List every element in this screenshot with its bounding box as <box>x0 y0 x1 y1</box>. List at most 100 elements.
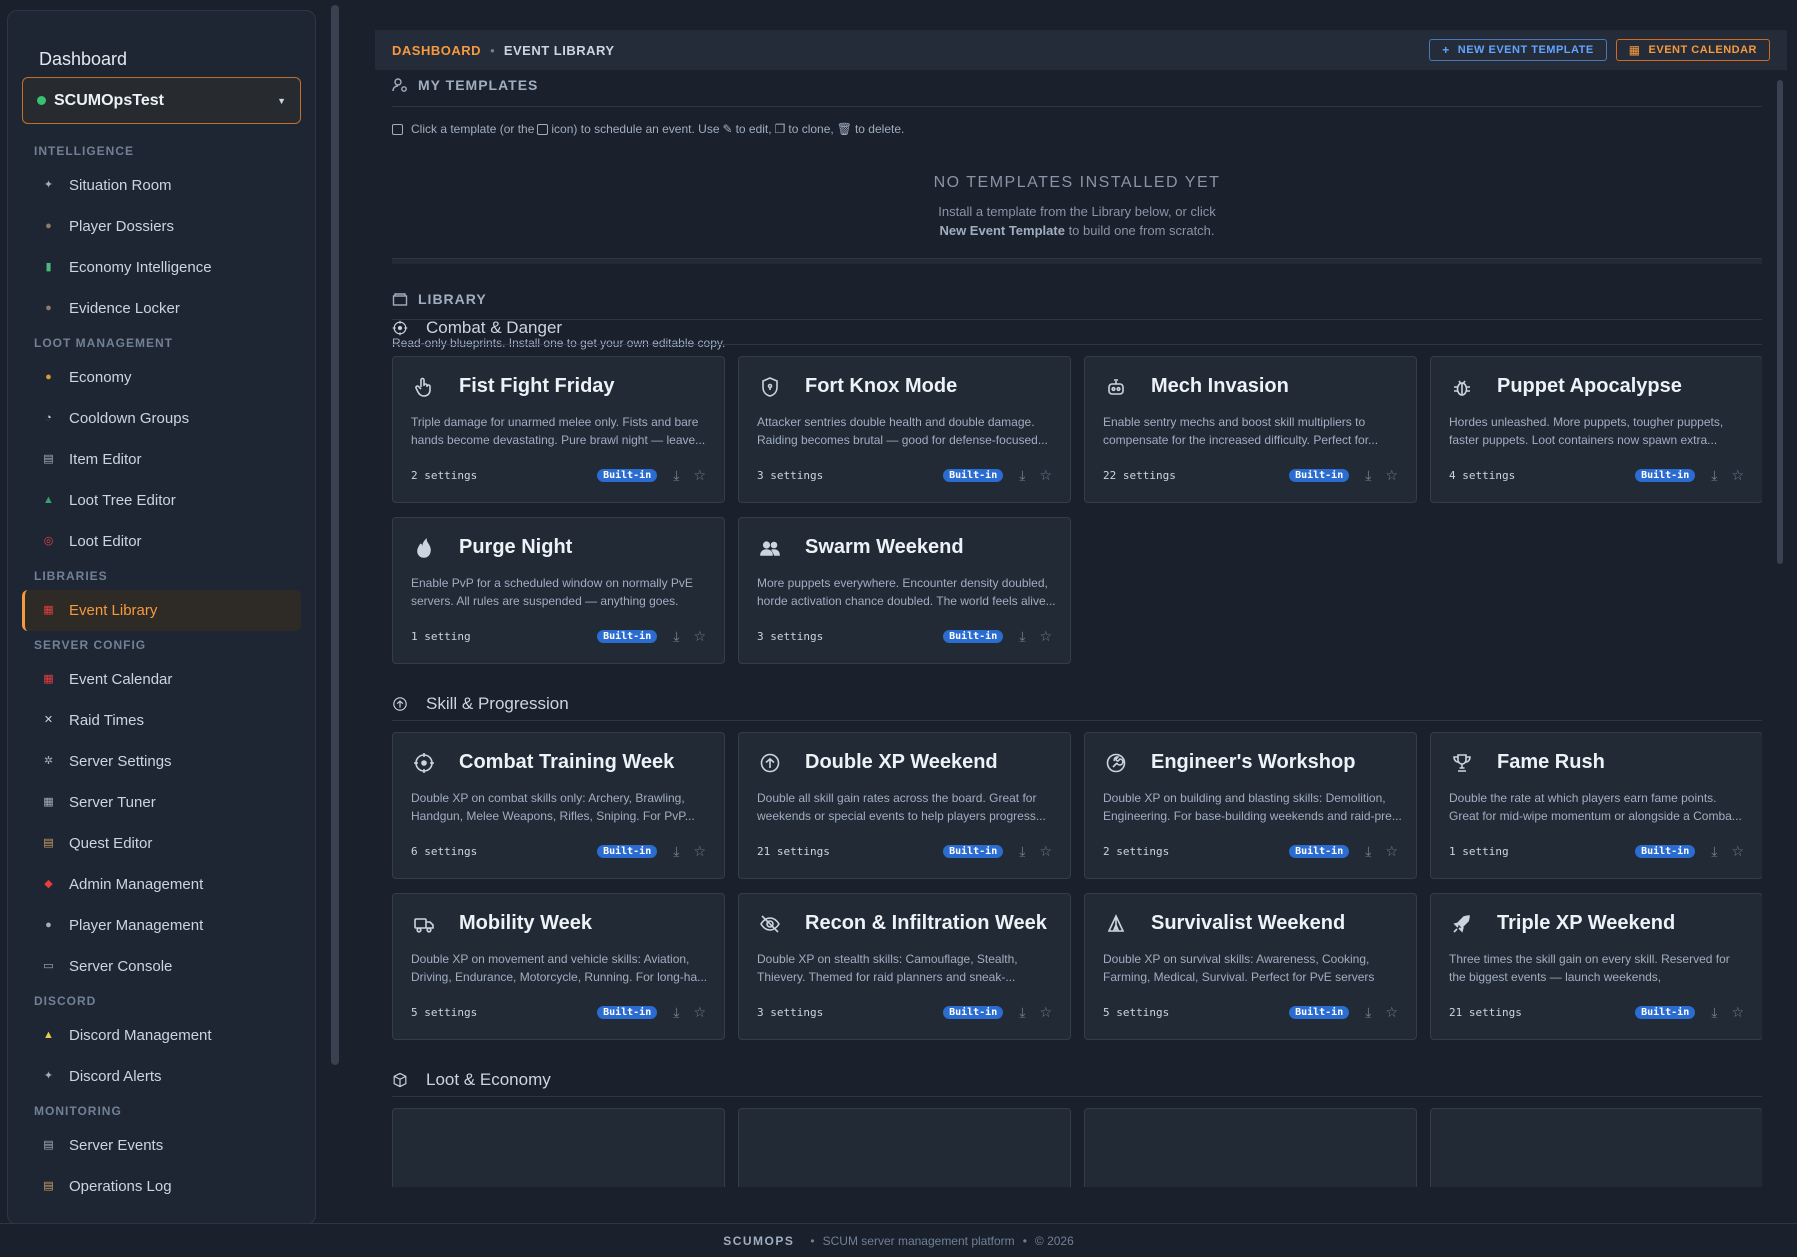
card-title: Combat Training Week <box>413 751 674 774</box>
card-footer: 5 settings Built-in ⤓ ☆ <box>1103 1004 1398 1021</box>
star-icon[interactable]: ☆ <box>1731 1004 1744 1021</box>
sidebar-section-label: LIBRARIES <box>34 569 108 583</box>
sidebar-item-label: Economy <box>69 369 132 386</box>
server-selector[interactable]: SCUMOpsTest ▼ <box>22 77 301 124</box>
template-card[interactable]: Triple XP Weekend Three times the skill g… <box>1430 893 1762 1040</box>
sidebar-item-player-management[interactable]: ● Player Management <box>22 905 301 946</box>
sidebar-item-label: Server Console <box>69 958 173 975</box>
sidebar-item-loot-editor[interactable]: ◎ Loot Editor <box>22 521 301 562</box>
download-icon[interactable]: ⤓ <box>1711 467 1717 484</box>
download-icon[interactable]: ⤓ <box>1019 467 1025 484</box>
event-calendar-label: EVENT CALENDAR <box>1648 44 1757 56</box>
built-in-badge: Built-in <box>1635 845 1696 858</box>
clipboard-icon: ▤ <box>43 1139 54 1151</box>
empty-state-link[interactable]: New Event Template <box>939 223 1064 238</box>
category-heading: Loot & Economy <box>392 1070 551 1090</box>
sidebar-item-quest-editor[interactable]: ▤ Quest Editor <box>22 823 301 864</box>
star-icon[interactable]: ☆ <box>1039 628 1052 645</box>
card-title: Fist Fight Friday <box>413 375 615 398</box>
footer-separator: • <box>1022 1233 1027 1248</box>
download-icon[interactable]: ⤓ <box>1365 1004 1371 1021</box>
star-icon[interactable]: ☆ <box>693 628 706 645</box>
star-icon[interactable]: ☆ <box>693 467 706 484</box>
star-icon[interactable]: ☆ <box>1039 467 1052 484</box>
template-card[interactable]: Mobility Week Double XP on movement and v… <box>392 893 725 1040</box>
sidebar-item-admin-management[interactable]: ◆ Admin Management <box>22 864 301 905</box>
sidebar-item-loot-tree-editor[interactable]: ▲ Loot Tree Editor <box>22 480 301 521</box>
sidebar-item-server-console[interactable]: ▭ Server Console <box>22 946 301 987</box>
download-icon[interactable]: ⤓ <box>673 628 679 645</box>
card-settings-count: 21 settings <box>757 845 830 858</box>
sidebar-item-economy[interactable]: ● Economy <box>22 357 301 398</box>
template-card[interactable] <box>392 1108 725 1187</box>
card-footer: 4 settings Built-in ⤓ ☆ <box>1449 467 1744 484</box>
star-icon[interactable]: ☆ <box>1385 843 1398 860</box>
template-card[interactable]: Swarm Weekend More puppets everywhere. En… <box>738 517 1071 664</box>
template-card[interactable]: Puppet Apocalypse Hordes unleashed. More … <box>1430 356 1762 503</box>
sidebar-item-discord-alerts[interactable]: ✦ Discord Alerts <box>22 1056 301 1097</box>
star-icon[interactable]: ☆ <box>1731 843 1744 860</box>
sidebar-item-event-calendar[interactable]: ▦ Event Calendar <box>22 659 301 700</box>
template-card[interactable]: Fort Knox Mode Attacker sentries double h… <box>738 356 1071 503</box>
template-card[interactable]: Survivalist Weekend Double XP on survival… <box>1084 893 1417 1040</box>
sidebar-item-evidence-locker[interactable]: ● Evidence Locker <box>22 288 301 329</box>
download-icon[interactable]: ⤓ <box>1019 843 1025 860</box>
sidebar-item-player-dossiers[interactable]: ● Player Dossiers <box>22 206 301 247</box>
template-card[interactable] <box>1084 1108 1417 1187</box>
star-icon[interactable]: ☆ <box>693 1004 706 1021</box>
sidebar-item-cooldown-groups[interactable]: ◔ Cooldown Groups <box>22 398 301 439</box>
template-card[interactable]: Engineer's Workshop Double XP on building… <box>1084 732 1417 879</box>
star-icon[interactable]: ☆ <box>1039 843 1052 860</box>
star-icon[interactable]: ☆ <box>1039 1004 1052 1021</box>
sidebar-item-item-editor[interactable]: ▤ Item Editor <box>22 439 301 480</box>
star-icon[interactable]: ☆ <box>1731 467 1744 484</box>
template-card[interactable]: Mech Invasion Enable sentry mechs and boo… <box>1084 356 1417 503</box>
template-card[interactable]: Purge Night Enable PvP for a scheduled wi… <box>392 517 725 664</box>
sidebar-item-discord-management[interactable]: ▲ Discord Management <box>22 1015 301 1056</box>
sidebar-item-label: Event Calendar <box>69 671 173 688</box>
sidebar-item-server-settings[interactable]: ✲ Server Settings <box>22 741 301 782</box>
download-icon[interactable]: ⤓ <box>1019 628 1025 645</box>
event-calendar-button[interactable]: ▦ EVENT CALENDAR <box>1615 39 1770 61</box>
download-icon[interactable]: ⤓ <box>1365 843 1371 860</box>
card-description: Double all skill gain rates across the b… <box>757 791 1046 823</box>
sidebar-item-economy-intelligence[interactable]: ▮ Economy Intelligence <box>22 247 301 288</box>
detective-icon: ● <box>45 302 52 314</box>
empty-state-title: NO TEMPLATES INSTALLED YET <box>933 174 1221 191</box>
main-scrollbar[interactable] <box>1777 80 1783 564</box>
satellite-icon: ✦ <box>43 179 54 191</box>
download-icon[interactable]: ⤓ <box>673 843 679 860</box>
new-event-template-button[interactable]: + NEW EVENT TEMPLATE <box>1429 39 1607 61</box>
card-title: Double XP Weekend <box>759 751 998 774</box>
template-card[interactable]: Double XP Weekend Double all skill gain r… <box>738 732 1071 879</box>
star-icon[interactable]: ☆ <box>1385 1004 1398 1021</box>
star-icon[interactable]: ☆ <box>1385 467 1398 484</box>
download-icon[interactable]: ⤓ <box>1019 1004 1025 1021</box>
breadcrumb-dashboard[interactable]: DASHBOARD <box>392 43 481 58</box>
calendar-plus-icon <box>537 123 549 135</box>
template-card[interactable]: Fame Rush Double the rate at which player… <box>1430 732 1762 879</box>
sidebar-item-event-library[interactable]: ▦ Event Library <box>22 590 301 631</box>
download-icon[interactable]: ⤓ <box>1711 1004 1717 1021</box>
sidebar-item-server-events[interactable]: ▤ Server Events <box>22 1125 301 1166</box>
sidebar-item-raid-times[interactable]: ✕ Raid Times <box>22 700 301 741</box>
card-title-text: Mobility Week <box>459 912 592 934</box>
template-card[interactable]: Combat Training Week Double XP on combat … <box>392 732 725 879</box>
download-icon[interactable]: ⤓ <box>1365 467 1371 484</box>
download-icon[interactable]: ⤓ <box>1711 843 1717 860</box>
template-card[interactable]: Fist Fight Friday Triple damage for unarm… <box>392 356 725 503</box>
star-icon[interactable]: ☆ <box>693 843 706 860</box>
template-card[interactable]: Recon & Infiltration Week Double XP on st… <box>738 893 1071 1040</box>
sidebar-item-operations-log[interactable]: ▤ Operations Log <box>22 1166 301 1207</box>
template-card[interactable] <box>1430 1108 1762 1187</box>
sidebar-title[interactable]: Dashboard <box>39 49 127 70</box>
download-icon[interactable]: ⤓ <box>673 467 679 484</box>
sidebar-item-server-tuner[interactable]: ▦ Server Tuner <box>22 782 301 823</box>
card-footer: 3 settings Built-in ⤓ ☆ <box>757 1004 1052 1021</box>
sidebar-scrollbar[interactable] <box>331 5 339 1065</box>
help-text-1: Click a template (or the <box>411 122 535 136</box>
download-icon[interactable]: ⤓ <box>673 1004 679 1021</box>
card-footer: 3 settings Built-in ⤓ ☆ <box>757 467 1052 484</box>
sidebar-item-situation-room[interactable]: ✦ Situation Room <box>22 165 301 206</box>
template-card[interactable] <box>738 1108 1071 1187</box>
